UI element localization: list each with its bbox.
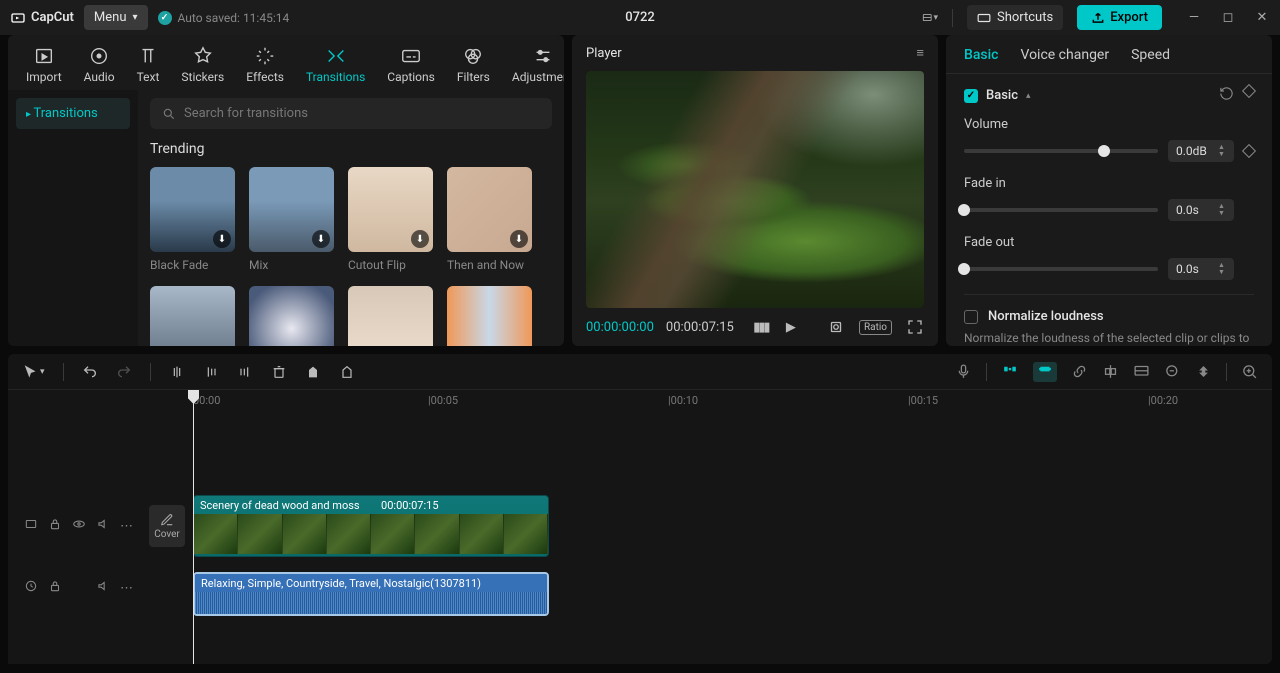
zoom-icon[interactable] [827, 318, 845, 336]
section-title: Trending [150, 141, 552, 157]
tab-transitions[interactable]: Transitions [298, 39, 373, 90]
tab-text[interactable]: Text [129, 39, 168, 90]
zoom-in-icon[interactable] [1241, 363, 1258, 380]
tab-effects[interactable]: Effects [238, 39, 292, 90]
mic-icon[interactable] [955, 363, 972, 380]
inspector-tab-basic[interactable]: Basic [964, 47, 998, 63]
fullscreen-icon[interactable] [906, 318, 924, 336]
track-lock-icon[interactable] [48, 579, 62, 597]
player-menu-icon[interactable]: ≡ [916, 45, 924, 61]
stepper-icon[interactable]: ▲▼ [1218, 140, 1232, 162]
inspector-tab-voice[interactable]: Voice changer [1020, 47, 1109, 63]
tab-adjustment[interactable]: Adjustment [504, 39, 564, 90]
trim-left-tool[interactable] [203, 364, 219, 380]
track-more-icon[interactable]: ⋯ [120, 519, 133, 534]
minimize-icon[interactable]: — [1186, 10, 1202, 26]
keyframe-icon[interactable] [1242, 84, 1256, 98]
layout-icon[interactable]: ▾ [922, 10, 938, 26]
delete-tool[interactable] [271, 364, 287, 380]
search-input[interactable]: Search for transitions [150, 98, 552, 129]
transition-item[interactable]: ⬇Cutout Flip [348, 167, 433, 272]
total-time: 00:00:07:15 [666, 320, 734, 335]
track-more-icon[interactable]: ⋯ [120, 581, 133, 596]
player-title: Player [586, 46, 622, 61]
volume-slider[interactable] [964, 149, 1158, 153]
transition-item[interactable]: ⬇ [249, 286, 334, 346]
search-icon [162, 107, 176, 121]
close-icon[interactable]: ✕ [1254, 10, 1270, 26]
tab-filters[interactable]: Filters [449, 39, 498, 90]
redo-button[interactable] [116, 364, 132, 380]
cover-button[interactable]: Cover [149, 505, 185, 547]
autosave-status: Auto saved: 11:45:14 [158, 11, 290, 25]
project-title[interactable]: 0722 [625, 10, 655, 25]
track-lock-icon[interactable] [48, 517, 62, 535]
zoom-out-icon[interactable] [1164, 363, 1181, 380]
transition-item[interactable]: ⬇ [348, 286, 433, 346]
current-time: 00:00:00:00 [586, 320, 654, 335]
check-icon [158, 11, 172, 25]
basic-checkbox[interactable] [964, 89, 978, 103]
normalize-label: Normalize loudness [988, 309, 1104, 324]
playhead[interactable] [193, 390, 194, 664]
basic-section-title: Basic [986, 88, 1018, 103]
split-tool[interactable] [169, 364, 185, 380]
download-icon[interactable]: ⬇ [312, 230, 330, 248]
play-icon[interactable]: ▶ [782, 318, 800, 336]
marker-out-tool[interactable] [339, 364, 355, 380]
marker-in-tool[interactable] [305, 364, 321, 380]
pointer-tool[interactable]: ▾ [22, 364, 45, 380]
inspector-tab-speed[interactable]: Speed [1131, 47, 1170, 63]
magnet-icon[interactable] [1033, 362, 1057, 382]
download-icon[interactable]: ⬇ [510, 230, 528, 248]
compare-icon[interactable]: ▮▮▮ [752, 318, 770, 336]
undo-button[interactable] [82, 364, 98, 380]
export-button[interactable]: Export [1077, 5, 1162, 30]
normalize-checkbox[interactable] [964, 310, 978, 324]
sidebar-item-transitions[interactable]: Transitions [16, 98, 130, 129]
track-mute-icon[interactable] [96, 517, 110, 535]
snap-icon[interactable] [1001, 365, 1019, 379]
tab-captions[interactable]: Captions [379, 39, 443, 90]
normalize-desc: Normalize the loudness of the selected c… [964, 330, 1254, 346]
reset-icon[interactable] [1219, 86, 1234, 105]
trim-right-tool[interactable] [237, 364, 253, 380]
volume-label: Volume [964, 117, 1254, 132]
download-icon[interactable]: ⬇ [213, 230, 231, 248]
transition-item[interactable]: ⬇ [447, 286, 532, 346]
transition-item[interactable]: ⬇Mix [249, 167, 334, 272]
app-logo: CapCut [10, 10, 74, 26]
stepper-icon[interactable]: ▲▼ [1218, 258, 1232, 280]
link-icon[interactable] [1071, 363, 1088, 380]
maximize-icon[interactable]: ◻ [1220, 10, 1236, 26]
track-eye-icon[interactable] [72, 517, 86, 535]
keyframe-icon[interactable] [1242, 144, 1256, 158]
transition-item[interactable]: ⬇ [150, 286, 235, 346]
transition-item[interactable]: ⬇Black Fade [150, 167, 235, 272]
fadeout-slider[interactable] [964, 267, 1158, 271]
track-screen-icon[interactable] [24, 517, 38, 535]
download-icon[interactable]: ⬇ [411, 230, 429, 248]
audio-clip[interactable]: Relaxing, Simple, Countryside, Travel, N… [193, 572, 549, 616]
ratio-button[interactable]: Ratio [859, 320, 892, 335]
align-icon[interactable] [1102, 363, 1119, 380]
tab-import[interactable]: Import [18, 39, 70, 90]
preview-icon[interactable] [1133, 363, 1150, 380]
timeline-ruler[interactable]: 00:00 |00:05 |00:10 |00:15 |00:20 [143, 390, 1272, 414]
track-mute-icon[interactable] [96, 579, 110, 597]
tab-audio[interactable]: Audio [76, 39, 123, 90]
stepper-icon[interactable]: ▲▼ [1218, 199, 1232, 221]
menu-button[interactable]: Menu [84, 5, 148, 30]
track-clock-icon[interactable] [24, 579, 38, 597]
tab-stickers[interactable]: Stickers [173, 39, 232, 90]
transition-item[interactable]: ⬇Then and Now [447, 167, 532, 272]
collapse-icon[interactable] [1195, 363, 1212, 380]
fadeout-label: Fade out [964, 235, 1254, 250]
shortcuts-button[interactable]: Shortcuts [967, 5, 1063, 30]
video-clip[interactable]: Scenery of dead wood and moss 00:00:07:1… [193, 495, 549, 557]
fadein-label: Fade in [964, 176, 1254, 191]
fadein-slider[interactable] [964, 208, 1158, 212]
player-viewport[interactable] [586, 71, 924, 308]
